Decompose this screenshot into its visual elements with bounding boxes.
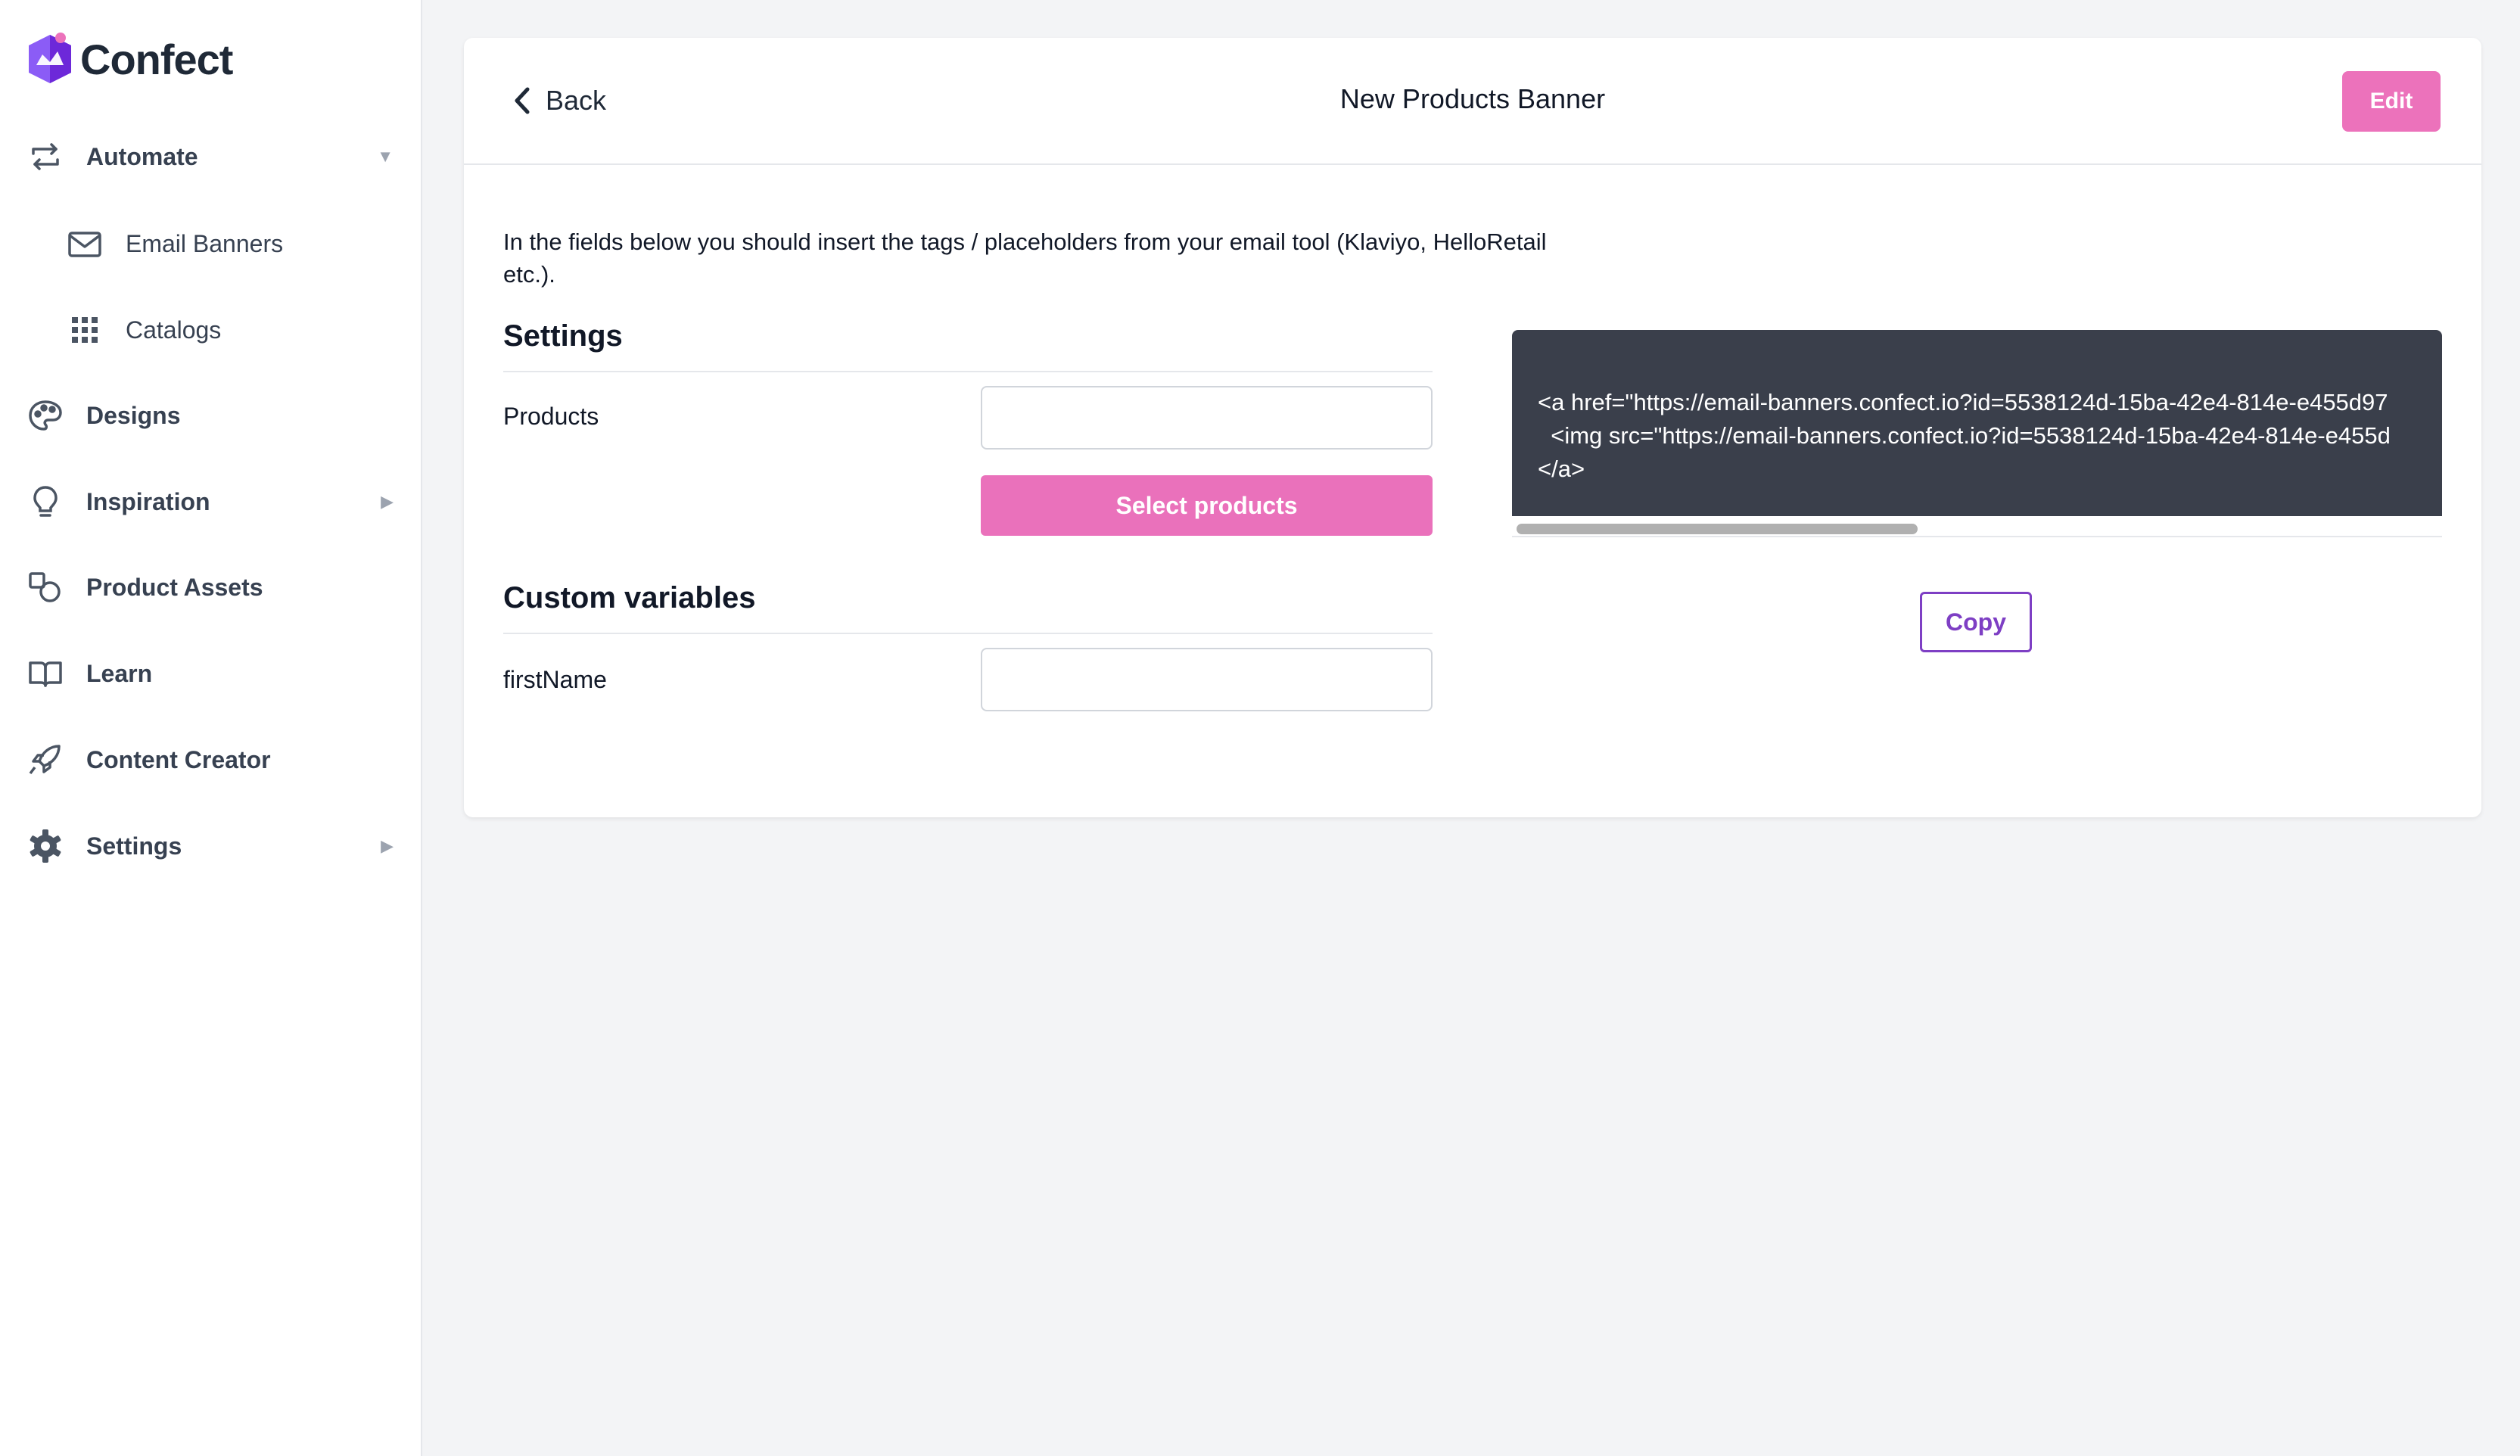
code-line: </a> bbox=[1538, 456, 1585, 482]
code-line: <img src="https://email-banners.confect.… bbox=[1538, 422, 2391, 449]
select-products-button[interactable]: Select products bbox=[981, 475, 1433, 536]
sidebar-item-learn[interactable]: Learn bbox=[0, 643, 422, 704]
banner-card: Back New Products Banner Edit In the fie… bbox=[464, 38, 2481, 817]
custom-variables-heading: Custom variables bbox=[503, 581, 756, 614]
grid-icon bbox=[72, 317, 98, 343]
sidebar-item-label: Inspiration bbox=[86, 487, 210, 515]
sidebar-item-content-creator[interactable]: Content Creator bbox=[0, 730, 422, 790]
sidebar-item-label: Designs bbox=[86, 401, 181, 429]
rocket-icon bbox=[29, 745, 61, 775]
mail-icon bbox=[68, 232, 101, 257]
products-label: Products bbox=[503, 403, 599, 430]
shapes-icon bbox=[29, 572, 61, 602]
repeat-icon bbox=[32, 143, 59, 170]
sidebar-item-label: Settings bbox=[86, 832, 182, 860]
embed-code-box[interactable]: <a href="https://email-banners.confect.i… bbox=[1512, 330, 2442, 516]
products-input[interactable] bbox=[981, 386, 1433, 450]
sidebar-item-label: Email Banners bbox=[126, 229, 284, 257]
chevron-down-icon: ▼ bbox=[377, 147, 394, 166]
book-icon bbox=[29, 661, 62, 687]
firstname-input[interactable] bbox=[981, 648, 1433, 711]
sidebar: Confect Automate ▼ Email Banners Catalog… bbox=[0, 0, 422, 1456]
code-line: <a href="https://email-banners.confect.i… bbox=[1538, 389, 2388, 415]
sidebar-item-catalogs[interactable]: Catalogs bbox=[0, 300, 422, 360]
chevron-right-icon: ▶ bbox=[381, 492, 394, 511]
brand-logo[interactable]: Confect bbox=[26, 30, 233, 88]
copy-button[interactable]: Copy bbox=[1920, 592, 2032, 652]
sidebar-item-label: Automate bbox=[86, 142, 198, 170]
edit-button[interactable]: Edit bbox=[2342, 71, 2441, 132]
embed-code-panel: <a href="https://email-banners.confect.i… bbox=[1512, 330, 2442, 537]
sidebar-item-email-banners[interactable]: Email Banners bbox=[0, 213, 422, 274]
sidebar-item-inspiration[interactable]: Inspiration ▶ bbox=[0, 471, 422, 532]
confect-logo-icon bbox=[29, 33, 71, 83]
settings-heading: Settings bbox=[503, 319, 623, 353]
divider bbox=[503, 633, 1433, 634]
sidebar-item-label: Content Creator bbox=[86, 745, 271, 773]
sidebar-item-product-assets[interactable]: Product Assets bbox=[0, 557, 422, 618]
chevron-right-icon: ▶ bbox=[381, 836, 394, 855]
palette-icon bbox=[29, 400, 62, 431]
firstname-label: firstName bbox=[503, 666, 607, 693]
card-header: Back New Products Banner Edit bbox=[464, 38, 2481, 165]
horizontal-scrollbar[interactable] bbox=[1517, 524, 1918, 534]
intro-text: In the fields below you should insert th… bbox=[503, 229, 1547, 288]
page-title: New Products Banner bbox=[1339, 83, 1606, 114]
lightbulb-icon bbox=[33, 486, 58, 517]
gear-icon bbox=[30, 829, 61, 863]
sidebar-item-label: Product Assets bbox=[86, 573, 263, 601]
sidebar-item-designs[interactable]: Designs bbox=[0, 385, 422, 446]
sidebar-item-automate[interactable]: Automate ▼ bbox=[0, 126, 422, 187]
divider bbox=[503, 371, 1433, 372]
sidebar-item-label: Learn bbox=[86, 659, 153, 687]
sidebar-item-settings[interactable]: Settings ▶ bbox=[0, 816, 422, 876]
sidebar-item-label: Catalogs bbox=[126, 316, 222, 344]
brand-name: Confect bbox=[80, 35, 233, 83]
